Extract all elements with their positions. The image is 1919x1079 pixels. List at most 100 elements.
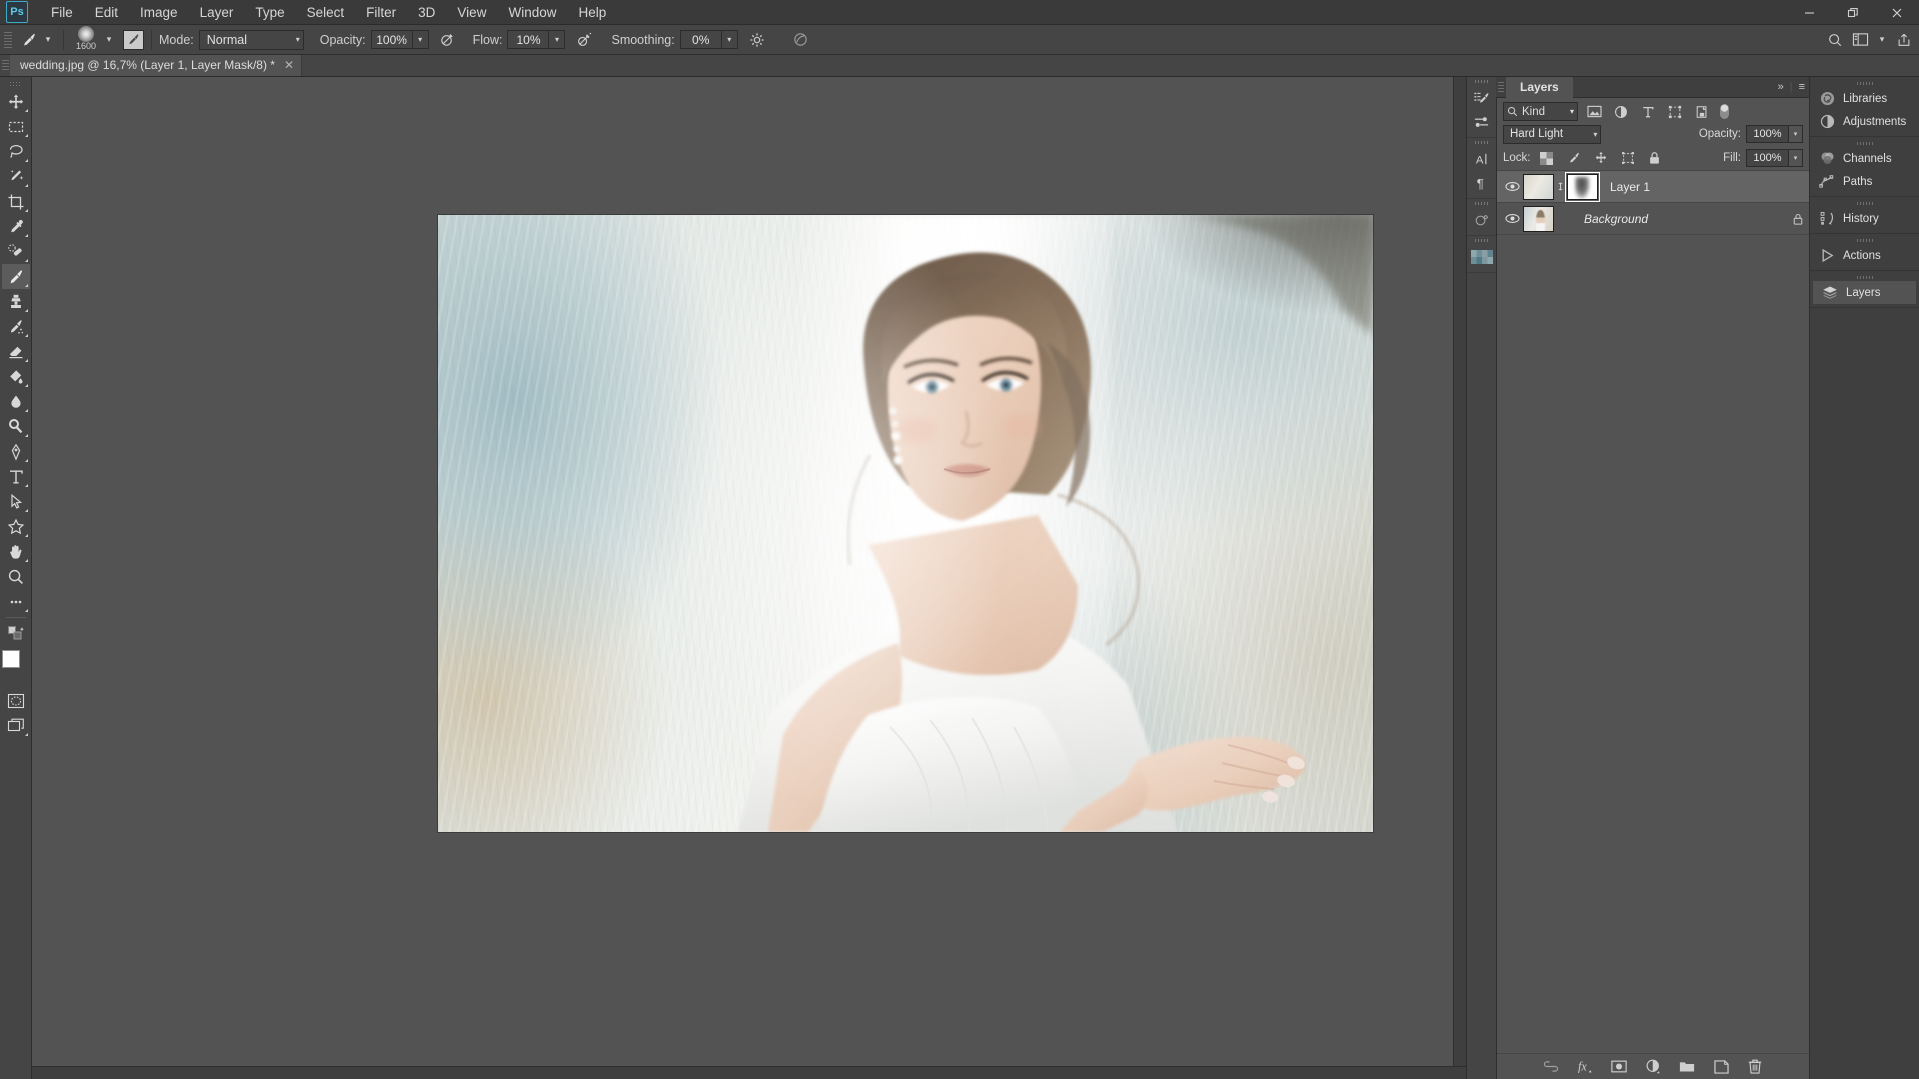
panel-button-paths[interactable]: Paths: [1810, 170, 1919, 193]
collapse-panels-icon[interactable]: »: [1778, 81, 1784, 93]
panel-button-history[interactable]: History: [1810, 207, 1919, 230]
menu-item-image[interactable]: Image: [129, 2, 189, 23]
toggle-brush-settings-panel-icon[interactable]: [123, 29, 144, 50]
lock-artboard-nesting-icon[interactable]: [1617, 149, 1639, 168]
tab-layers[interactable]: Layers: [1506, 76, 1573, 98]
panel-group-grip[interactable]: [1467, 199, 1496, 208]
brush-presets-icon[interactable]: [1469, 86, 1495, 110]
layer-filter-kind-select[interactable]: Kind ▾: [1503, 102, 1578, 121]
screen-mode-icon[interactable]: [2, 713, 30, 738]
dodge-tool[interactable]: [2, 414, 30, 439]
opacity-input[interactable]: 100%: [370, 30, 413, 49]
panel-group-grip[interactable]: [1467, 138, 1496, 147]
layer-style-button[interactable]: fx: [1576, 1058, 1594, 1076]
layer-opacity-input[interactable]: 100%: [1746, 125, 1789, 143]
layer-fill-input[interactable]: 100%: [1746, 149, 1789, 167]
canvas-horizontal-scrollbar[interactable]: [32, 1066, 1466, 1079]
crop-tool[interactable]: [2, 189, 30, 214]
layer-visibility-toggle[interactable]: [1501, 181, 1523, 192]
lasso-tool[interactable]: [2, 139, 30, 164]
smart-object-filter-icon[interactable]: [1691, 102, 1713, 121]
character-panel-icon[interactable]: A: [1469, 147, 1495, 171]
layer-opacity-chevron-down-icon[interactable]: ▾: [1789, 125, 1803, 143]
brush-settings-icon[interactable]: [1469, 110, 1495, 134]
menu-item-type[interactable]: Type: [244, 2, 295, 23]
layer-mask-thumbnail[interactable]: [1565, 171, 1600, 202]
tab-bar-grip[interactable]: [0, 54, 10, 76]
panel-group-grip[interactable]: [1810, 236, 1919, 244]
panel-group-grip[interactable]: [1810, 273, 1919, 281]
pen-tool[interactable]: [2, 439, 30, 464]
brush-tool-preset-chevron-down-icon[interactable]: ▾: [40, 30, 56, 50]
close-button[interactable]: [1875, 0, 1919, 25]
new-adjustment-layer-button[interactable]: [1644, 1058, 1662, 1076]
panel-group-grip[interactable]: [1810, 79, 1919, 87]
smoothing-input[interactable]: 0%: [679, 30, 722, 49]
shape-layer-filter-icon[interactable]: [1664, 102, 1686, 121]
layer-visibility-toggle[interactable]: [1501, 213, 1523, 224]
panel-button-libraries[interactable]: Libraries: [1810, 87, 1919, 110]
layer-filter-enable-toggle[interactable]: [1718, 102, 1730, 121]
hand-tool[interactable]: [2, 539, 30, 564]
menu-item-select[interactable]: Select: [296, 2, 356, 23]
path-selection-tool[interactable]: [2, 489, 30, 514]
panel-group-grip[interactable]: [1810, 199, 1919, 207]
panel-grip[interactable]: [1496, 77, 1506, 98]
lock-transparent-pixels-icon[interactable]: [1536, 149, 1558, 168]
color-swatches[interactable]: [1, 650, 30, 678]
smoothing-options-gear-icon[interactable]: [746, 29, 768, 51]
panel-button-channels[interactable]: Channels: [1810, 147, 1919, 170]
layer-mask-link-icon[interactable]: [1554, 180, 1567, 193]
healing-brush-tool[interactable]: [2, 239, 30, 264]
menu-item-filter[interactable]: Filter: [355, 2, 407, 23]
layer-thumbnail[interactable]: [1523, 173, 1554, 200]
panel-menu-icon[interactable]: ≡: [1799, 81, 1805, 93]
quick-mask-icon[interactable]: [2, 688, 30, 713]
eraser-tool[interactable]: [2, 339, 30, 364]
document-tab[interactable]: wedding.jpg @ 16,7% (Layer 1, Layer Mask…: [10, 54, 302, 76]
gradient-tool[interactable]: [2, 364, 30, 389]
foreground-color-swatch[interactable]: [1, 650, 20, 668]
clone-stamp-tool[interactable]: [2, 289, 30, 314]
minimize-button[interactable]: [1787, 0, 1831, 25]
canvas-area[interactable]: [32, 77, 1466, 1079]
smoothing-chevron-down-icon[interactable]: ▾: [721, 30, 738, 49]
layer-lock-icon[interactable]: [1787, 212, 1809, 226]
menu-item-layer[interactable]: Layer: [189, 2, 245, 23]
panel-group-grip[interactable]: [1467, 77, 1496, 86]
menu-item-view[interactable]: View: [446, 2, 497, 23]
flow-chevron-down-icon[interactable]: ▾: [549, 30, 566, 49]
lock-all-icon[interactable]: [1644, 149, 1666, 168]
paragraph-panel-icon[interactable]: ¶: [1469, 171, 1495, 195]
type-layer-filter-icon[interactable]: [1637, 102, 1659, 121]
brush-preset-preview[interactable]: 1600: [71, 25, 101, 53]
swatches-panel-icon[interactable]: [1469, 245, 1495, 269]
options-bar-grip[interactable]: [4, 29, 14, 51]
brush-tool-icon[interactable]: [18, 29, 40, 51]
blend-mode-select[interactable]: Normal ▾: [198, 29, 304, 50]
adjustment-layer-filter-icon[interactable]: [1610, 102, 1632, 121]
tools-panel-grip[interactable]: [0, 79, 31, 89]
rectangular-marquee-tool[interactable]: [2, 114, 30, 139]
symmetry-icon[interactable]: [790, 29, 812, 51]
eyedropper-tool[interactable]: [2, 214, 30, 239]
layer-name[interactable]: Background: [1554, 212, 1787, 226]
brush-tool[interactable]: [1, 264, 30, 289]
menu-item-file[interactable]: File: [40, 2, 84, 23]
shape-tool[interactable]: [2, 514, 30, 539]
close-icon[interactable]: ✕: [283, 58, 295, 72]
menu-item-3d[interactable]: 3D: [407, 2, 446, 23]
panel-button-layers[interactable]: Layers: [1813, 281, 1916, 304]
airbrush-icon[interactable]: [573, 29, 595, 51]
new-group-button[interactable]: [1678, 1058, 1696, 1076]
layer-row-layer-1[interactable]: Layer 1: [1497, 171, 1809, 203]
menu-item-help[interactable]: Help: [567, 2, 617, 23]
default-colors-icon[interactable]: [2, 621, 30, 646]
delete-layer-button[interactable]: [1746, 1058, 1764, 1076]
maximize-button[interactable]: [1831, 0, 1875, 25]
pixel-layer-filter-icon[interactable]: [1583, 102, 1605, 121]
add-layer-mask-button[interactable]: [1610, 1058, 1628, 1076]
lock-position-icon[interactable]: [1590, 149, 1612, 168]
history-brush-tool[interactable]: [2, 314, 30, 339]
layer-blend-mode-select[interactable]: Hard Light ▾: [1503, 124, 1602, 144]
